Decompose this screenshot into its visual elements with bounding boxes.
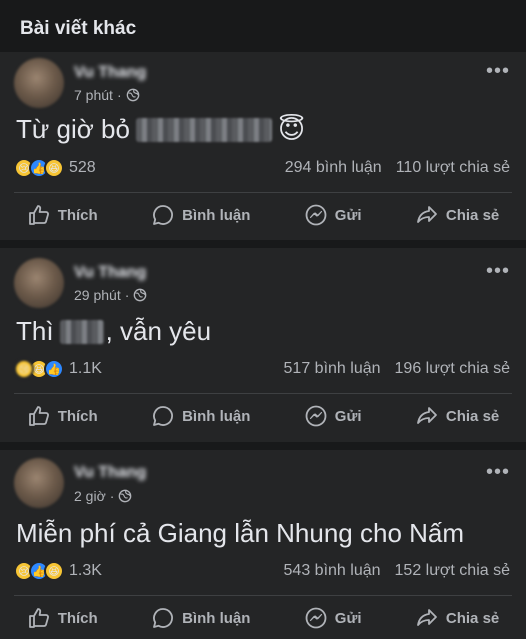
post-separator [0, 442, 526, 450]
more-options-icon[interactable]: ••• [486, 61, 510, 81]
like-icon [28, 205, 49, 225]
author-name[interactable]: Vu Thang [74, 464, 146, 482]
post-meta: 2 giờ · [74, 488, 132, 504]
post-card: Vu Thang 7 phút · ••• Từ giờ bỏ 😇 😢 👍 😆 … [0, 52, 526, 240]
send-button[interactable]: Gửi [304, 203, 362, 227]
share-icon [416, 609, 437, 626]
action-bar: Thích Bình luận Gửi Chia sẻ [0, 396, 526, 436]
censored-text [135, 117, 272, 142]
comment-icon [153, 608, 174, 628]
author-name[interactable]: Vu Thang [74, 64, 146, 82]
like-reaction-icon: 👍 [44, 359, 64, 379]
more-options-icon[interactable]: ••• [486, 261, 510, 281]
haha-reaction-icon: 😆 [44, 561, 64, 581]
like-button[interactable]: Thích [27, 404, 98, 428]
post-stats: 543 bình luận 152 lượt chia sẻ [284, 562, 510, 580]
post-text: Miễn phí cả Giang lẫn Nhung cho Nấm [16, 518, 465, 548]
meta-dot: · [124, 287, 130, 303]
post-separator [0, 240, 526, 248]
comment-button[interactable]: Bình luận [151, 404, 250, 428]
reaction-count: 1.3K [69, 562, 102, 579]
comment-count[interactable]: 517 bình luận [284, 360, 381, 378]
globe-icon [119, 489, 132, 503]
meta-dot: · [116, 87, 122, 103]
reactions-summary[interactable]: 😢 👍 😆 1.3K [14, 561, 102, 581]
post-stats: 517 bình luận 196 lượt chia sẻ [284, 360, 510, 378]
messenger-icon [305, 204, 327, 226]
comment-icon [153, 205, 174, 225]
share-icon [416, 206, 437, 223]
share-button[interactable]: Chia sẻ [415, 404, 499, 428]
post-meta: 7 phút · [74, 87, 140, 103]
author-name[interactable]: Vu Thang [74, 264, 146, 282]
action-bar: Thích Bình luận Gửi Chia sẻ [0, 598, 526, 638]
share-button[interactable]: Chia sẻ [415, 606, 499, 630]
like-button[interactable]: Thích [27, 203, 98, 227]
post-time[interactable]: 29 phút [74, 287, 121, 303]
like-icon [28, 406, 49, 426]
comment-count[interactable]: 543 bình luận [284, 562, 381, 580]
messenger-icon [305, 607, 327, 629]
censored-text [59, 319, 104, 344]
avatar[interactable] [14, 258, 64, 308]
post-meta: 29 phút · [74, 287, 147, 303]
post-text: Từ giờ bỏ 😇 [16, 114, 306, 144]
messenger-icon [305, 405, 327, 427]
like-button[interactable]: Thích [27, 606, 98, 630]
divider [14, 595, 512, 596]
more-options-icon[interactable]: ••• [486, 462, 510, 482]
globe-icon [126, 88, 139, 102]
post-time[interactable]: 2 giờ [74, 488, 106, 504]
comment-button[interactable]: Bình luận [151, 606, 250, 630]
post-time[interactable]: 7 phút [74, 87, 113, 103]
comment-icon [153, 406, 174, 426]
send-button[interactable]: Gửi [304, 606, 362, 630]
reactions-summary[interactable]: 😢 😆 👍 1.1K [14, 359, 102, 379]
share-count[interactable]: 196 lượt chia sẻ [395, 360, 510, 378]
comment-button[interactable]: Bình luận [151, 203, 250, 227]
share-button[interactable]: Chia sẻ [415, 203, 499, 227]
section-title: Bài viết khác [20, 18, 137, 39]
post-card: Vu Thang 2 giờ · ••• Miễn phí cả Giang l… [0, 450, 526, 639]
reactions-summary[interactable]: 😢 👍 😆 528 [14, 158, 96, 178]
reaction-count: 1.1K [69, 360, 102, 377]
comment-count[interactable]: 294 bình luận [285, 159, 382, 177]
like-icon [28, 608, 49, 628]
post-card: Vu Thang 29 phút · ••• Thì , vẫn yêu 😢 😆… [0, 248, 526, 442]
divider [14, 192, 512, 193]
share-icon [416, 407, 437, 424]
share-count[interactable]: 110 lượt chia sẻ [396, 159, 510, 177]
avatar[interactable] [14, 458, 64, 508]
post-stats: 294 bình luận 110 lượt chia sẻ [285, 159, 510, 177]
reaction-count: 528 [69, 159, 96, 176]
divider [14, 393, 512, 394]
share-count[interactable]: 152 lượt chia sẻ [395, 562, 510, 580]
avatar[interactable] [14, 58, 64, 108]
send-button[interactable]: Gửi [304, 404, 362, 428]
action-bar: Thích Bình luận Gửi Chia sẻ [0, 195, 526, 235]
meta-dot: · [109, 488, 115, 504]
post-text: Thì , vẫn yêu [16, 316, 212, 346]
globe-icon [134, 288, 147, 302]
sad-reaction-icon: 😢 [14, 359, 34, 379]
haha-reaction-icon: 😆 [44, 158, 64, 178]
